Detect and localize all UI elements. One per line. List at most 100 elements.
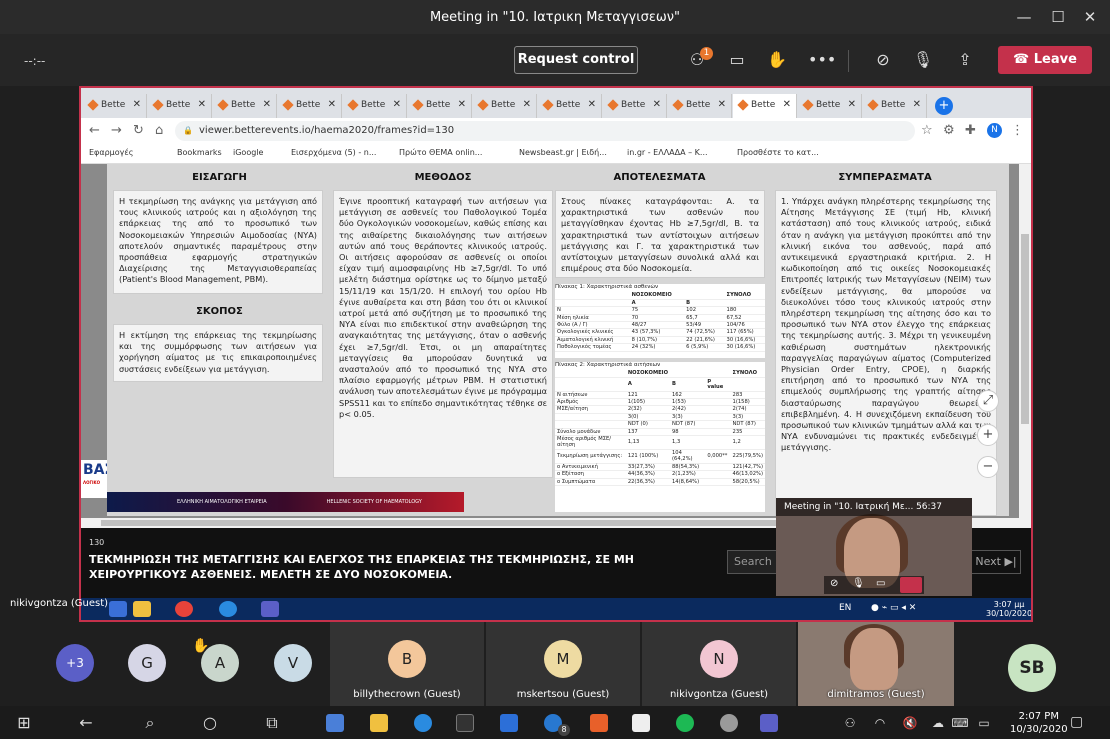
browser-tab[interactable]: Bette ✕ — [733, 94, 797, 118]
system-clock[interactable]: 2:07 PM 10/30/2020 — [1010, 710, 1068, 736]
bookmark-inbox[interactable]: Εισερχόμενα (5) - n... — [291, 148, 376, 157]
pip-hangup-button[interactable] — [900, 577, 922, 593]
browser-tab[interactable]: Bette ✕ — [603, 94, 667, 118]
participant-tile-mskertsou[interactable]: M mskertsou (Guest) — [486, 622, 640, 706]
raise-hand-icon[interactable]: ✋ — [766, 50, 788, 70]
new-tab-button[interactable]: + — [935, 97, 953, 115]
vertical-scroll-thumb[interactable] — [1021, 234, 1029, 424]
tab-close-icon[interactable]: ✕ — [133, 94, 141, 116]
remote-teams-icon[interactable] — [261, 601, 279, 617]
remote-start-icon[interactable] — [109, 601, 127, 617]
tab-close-icon[interactable]: ✕ — [718, 94, 726, 116]
participant-tile-nikivgontza[interactable]: N nikivgontza (Guest) — [642, 622, 796, 706]
browser-tab[interactable]: Bette ✕ — [278, 94, 342, 118]
fit-icon[interactable]: ⤢ — [977, 390, 999, 412]
puzzle-icon[interactable]: ✚ — [965, 123, 976, 138]
avatar-g[interactable]: G — [128, 644, 166, 682]
bookmark-igoogle[interactable]: iGoogle — [233, 148, 263, 157]
bookmark-newsbeast[interactable]: Newsbeast.gr | Ειδή... — [519, 148, 607, 157]
close-icon[interactable]: ✕ — [1076, 6, 1104, 28]
app-icon[interactable] — [720, 714, 738, 732]
tab-close-icon[interactable]: ✕ — [653, 94, 661, 116]
store-icon[interactable] — [632, 714, 650, 732]
url-field[interactable]: viewer.betterevents.io/haema2020/frames?… — [175, 121, 915, 141]
pip-camera-icon[interactable]: ⊘ — [830, 578, 838, 589]
horizontal-scroll-thumb[interactable] — [101, 520, 781, 526]
more-participants[interactable]: +3 — [56, 644, 94, 682]
onedrive-icon[interactable]: ☁ — [928, 713, 948, 733]
app-icon[interactable] — [590, 714, 608, 732]
people-icon[interactable]: ⚇ — [840, 713, 860, 733]
home-icon[interactable]: ⌂ — [155, 123, 163, 138]
browser-tab[interactable]: Bette ✕ — [343, 94, 407, 118]
tab-close-icon[interactable]: ✕ — [393, 94, 401, 116]
tab-close-icon[interactable]: ✕ — [913, 94, 921, 116]
zoom-in-button[interactable]: + — [977, 424, 999, 446]
mic-off-icon[interactable]: 🎙 — [912, 50, 934, 70]
battery-icon[interactable]: ▭ — [974, 713, 994, 733]
keyboard-icon[interactable]: ⌨ — [950, 713, 970, 733]
reload-icon[interactable]: ↻ — [133, 123, 144, 138]
star-icon[interactable]: ☆ — [921, 123, 933, 138]
extension-icon[interactable]: ⚙ — [943, 123, 955, 138]
participant-video-dimitramos[interactable]: dimitramos (Guest) — [798, 622, 954, 706]
file-explorer-icon[interactable] — [370, 714, 388, 732]
notifications-icon[interactable]: ▢ — [1070, 714, 1083, 730]
search-icon[interactable]: ⌕ — [140, 713, 160, 733]
next-button[interactable]: Next ▶| — [971, 550, 1021, 574]
tab-close-icon[interactable]: ✕ — [328, 94, 336, 116]
more-options-icon[interactable]: ••• — [808, 50, 836, 70]
avatar-v[interactable]: V — [274, 644, 312, 682]
tab-close-icon[interactable]: ✕ — [848, 94, 856, 116]
bookmark-add[interactable]: Προσθέστε το κατ... — [737, 148, 819, 157]
windows-start-icon[interactable]: ⊞ — [14, 713, 34, 733]
chat-icon[interactable]: ▭ — [726, 50, 748, 70]
tab-close-icon[interactable]: ✕ — [523, 94, 531, 116]
maximize-icon[interactable]: ☐ — [1044, 6, 1072, 28]
spotify-icon[interactable] — [676, 714, 694, 732]
browser-tab[interactable]: Bette ✕ — [148, 94, 212, 118]
zoom-out-button[interactable]: − — [977, 456, 999, 478]
browser-tab[interactable]: Bette ✕ — [863, 94, 927, 118]
remote-edge-icon[interactable] — [219, 601, 237, 617]
leave-button[interactable]: ☎ Leave — [998, 46, 1092, 74]
tab-close-icon[interactable]: ✕ — [588, 94, 596, 116]
tab-close-icon[interactable]: ✕ — [263, 94, 271, 116]
profile-avatar[interactable]: N — [987, 123, 1002, 138]
bookmark-protothema[interactable]: Πρώτο ΘΕΜΑ onlin... — [399, 148, 482, 157]
wifi-icon[interactable]: ◠ — [870, 713, 890, 733]
teams-icon[interactable] — [760, 714, 778, 732]
terminal-icon[interactable] — [456, 714, 474, 732]
back-arrow-icon[interactable]: ← — [76, 713, 96, 733]
remote-explorer-icon[interactable] — [133, 601, 151, 617]
tab-close-icon[interactable]: ✕ — [783, 94, 791, 116]
camera-off-icon[interactable]: ⊘ — [872, 50, 894, 70]
bookmark-in-gr[interactable]: in.gr - ΕΛΛΑΔΑ – Κ... — [627, 148, 708, 157]
minimize-icon[interactable]: — — [1010, 6, 1038, 28]
browser-tab[interactable]: Bette ✕ — [798, 94, 862, 118]
volume-icon[interactable]: 🔇 — [900, 713, 920, 733]
pip-window[interactable]: Meeting in "10. Ιατρική Με... 56:37 ⊘ 🎙 … — [776, 498, 972, 596]
bookmark-bookmarks[interactable]: Bookmarks — [177, 148, 222, 157]
remote-language[interactable]: EN — [839, 603, 851, 613]
menu-icon[interactable]: ⋮ — [1011, 123, 1024, 138]
todo-icon[interactable] — [500, 714, 518, 732]
bookmark-apps[interactable]: Εφαρμογές — [89, 148, 133, 157]
back-icon[interactable]: ← — [89, 123, 100, 138]
forward-icon[interactable]: → — [111, 123, 122, 138]
pip-share-icon[interactable]: ▭ — [876, 578, 885, 589]
share-screen-icon[interactable]: ⇪ — [954, 50, 976, 70]
vertical-scrollbar[interactable] — [1019, 164, 1031, 518]
browser-tab[interactable]: Bette ✕ — [668, 94, 732, 118]
cortana-icon[interactable]: ○ — [200, 713, 220, 733]
google-icon[interactable] — [326, 714, 344, 732]
browser-tab[interactable]: Bette ✕ — [213, 94, 277, 118]
tab-close-icon[interactable]: ✕ — [458, 94, 466, 116]
browser-tab[interactable]: Bette ✕ — [538, 94, 602, 118]
request-control-button[interactable]: Request control — [514, 46, 638, 74]
browser-tab[interactable]: Bette ✕ — [408, 94, 472, 118]
browser-tab[interactable]: Bette ✕ — [473, 94, 537, 118]
edge-icon[interactable] — [414, 714, 432, 732]
participant-tile-billythecrown[interactable]: B billythecrown (Guest) — [330, 622, 484, 706]
tab-close-icon[interactable]: ✕ — [198, 94, 206, 116]
